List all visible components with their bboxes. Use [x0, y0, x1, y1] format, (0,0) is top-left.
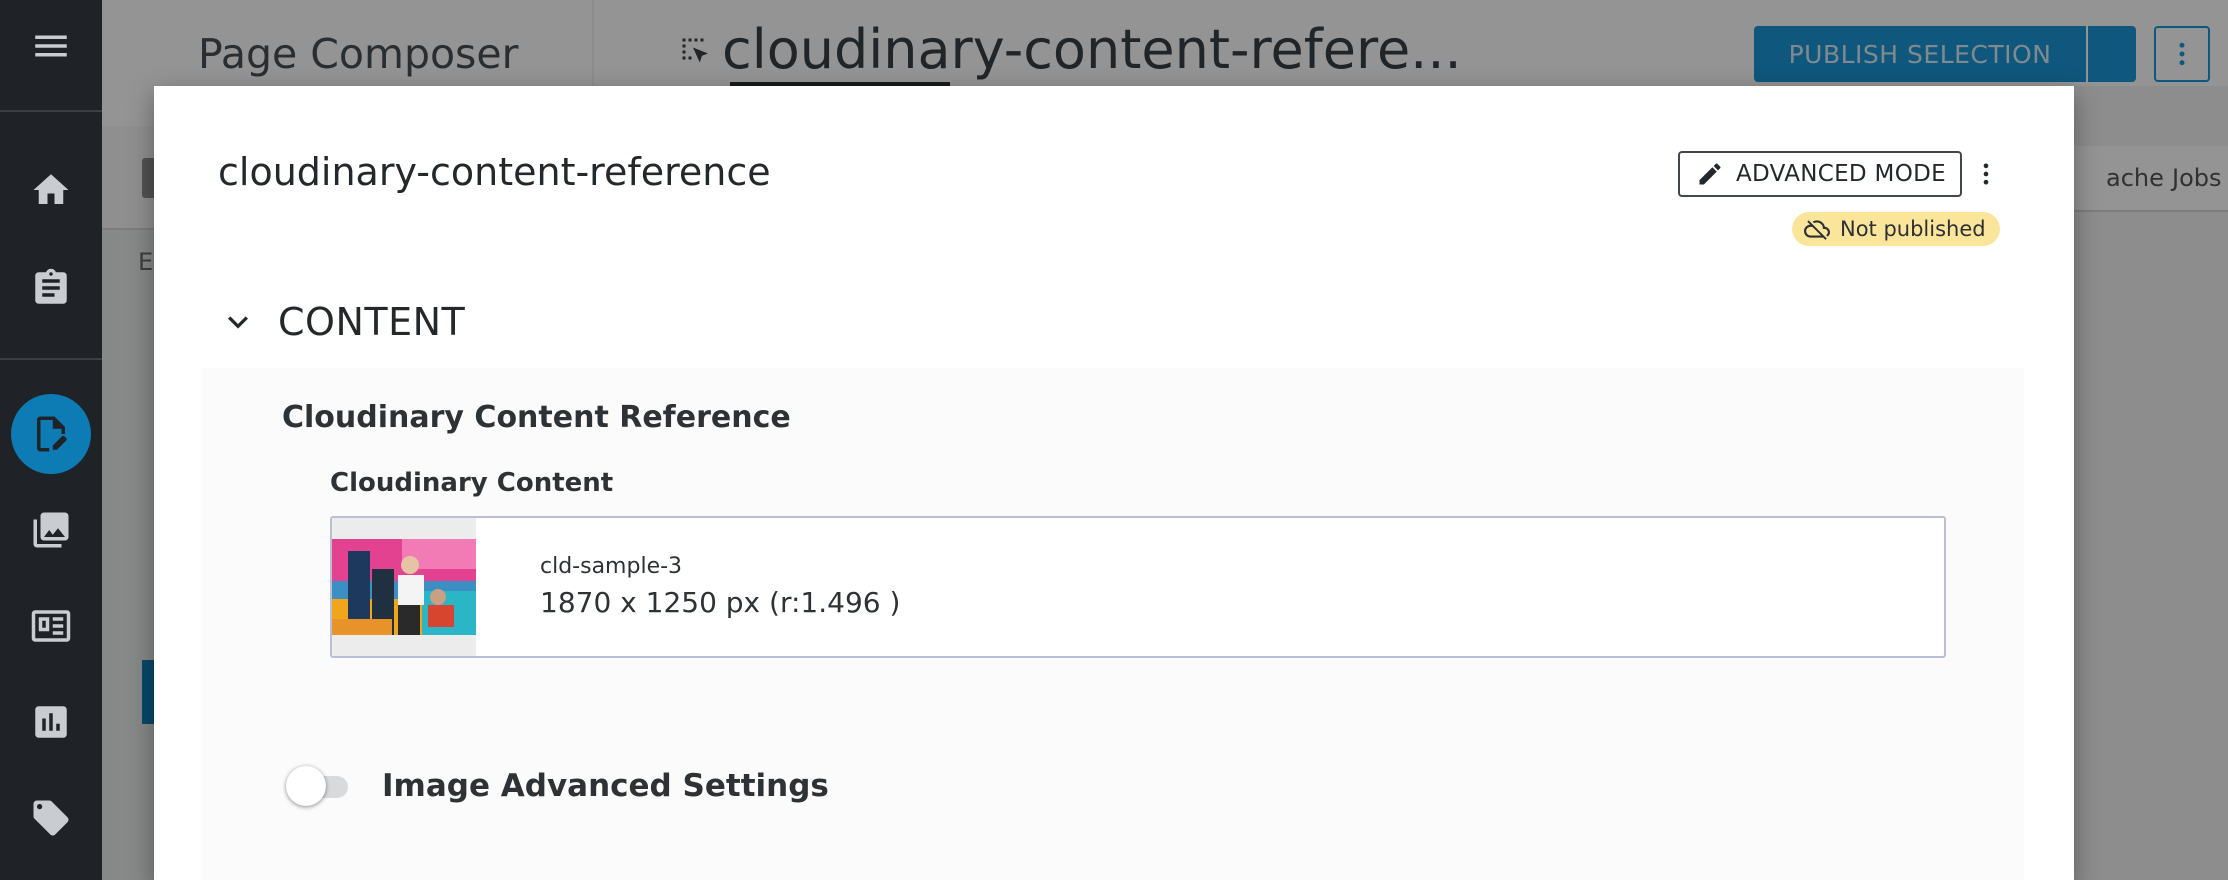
- advanced-settings-label: Image Advanced Settings: [382, 768, 829, 804]
- asset-thumbnail-image: [332, 539, 476, 635]
- dialog-title: cloudinary-content-reference: [218, 150, 771, 194]
- nav-tags[interactable]: [0, 778, 102, 858]
- content-section-toggle[interactable]: CONTENT: [218, 300, 465, 344]
- rail-divider: [0, 110, 102, 112]
- dashboard-icon: [31, 610, 71, 642]
- left-nav-rail: [0, 0, 102, 880]
- content-panel: Cloudinary Content Reference Cloudinary …: [202, 368, 2024, 880]
- nav-dashboard[interactable]: [0, 586, 102, 666]
- dialog-more-button[interactable]: [1972, 156, 2000, 192]
- toggle-knob: [286, 766, 326, 806]
- asset-thumbnail: [332, 518, 476, 656]
- component-title: Cloudinary Content Reference: [282, 400, 791, 435]
- status-text: Not published: [1840, 217, 1986, 241]
- pencil-icon: [1699, 163, 1721, 185]
- menu-icon: [35, 35, 67, 57]
- content-section-label: CONTENT: [278, 300, 466, 344]
- component-editor-dialog: cloudinary-content-reference ADVANCED MO…: [154, 86, 2074, 880]
- nav-analytics[interactable]: [0, 682, 102, 762]
- chevron-down-icon: [228, 316, 248, 329]
- nav-media[interactable]: [0, 490, 102, 570]
- clipboard-icon: [35, 268, 67, 304]
- tag-icon: [33, 800, 69, 836]
- rail-divider: [0, 358, 102, 360]
- status-badge: Not published: [1792, 212, 2000, 246]
- images-icon: [33, 512, 69, 548]
- more-vertical-icon: [1983, 163, 1989, 185]
- asset-picker-card[interactable]: cld-sample-3 1870 x 1250 px (r:1.496 ): [330, 516, 1946, 658]
- nav-page-composer[interactable]: [0, 394, 102, 474]
- asset-name: cld-sample-3: [540, 554, 683, 579]
- advanced-mode-label: ADVANCED MODE: [1736, 161, 1946, 187]
- nav-home[interactable]: [0, 150, 102, 230]
- field-label: Cloudinary Content: [330, 468, 614, 498]
- asset-dimensions: 1870 x 1250 px (r:1.496 ): [540, 586, 901, 619]
- advanced-settings-toggle[interactable]: [286, 766, 352, 806]
- cloud-off-icon: [1804, 220, 1830, 240]
- bar-chart-icon: [35, 706, 67, 738]
- advanced-mode-button[interactable]: ADVANCED MODE: [1678, 151, 1962, 197]
- active-indicator: [11, 394, 91, 474]
- page-edit-icon: [37, 416, 67, 452]
- home-icon: [33, 174, 69, 204]
- nav-tasks[interactable]: [0, 248, 102, 328]
- menu-button[interactable]: [0, 6, 102, 86]
